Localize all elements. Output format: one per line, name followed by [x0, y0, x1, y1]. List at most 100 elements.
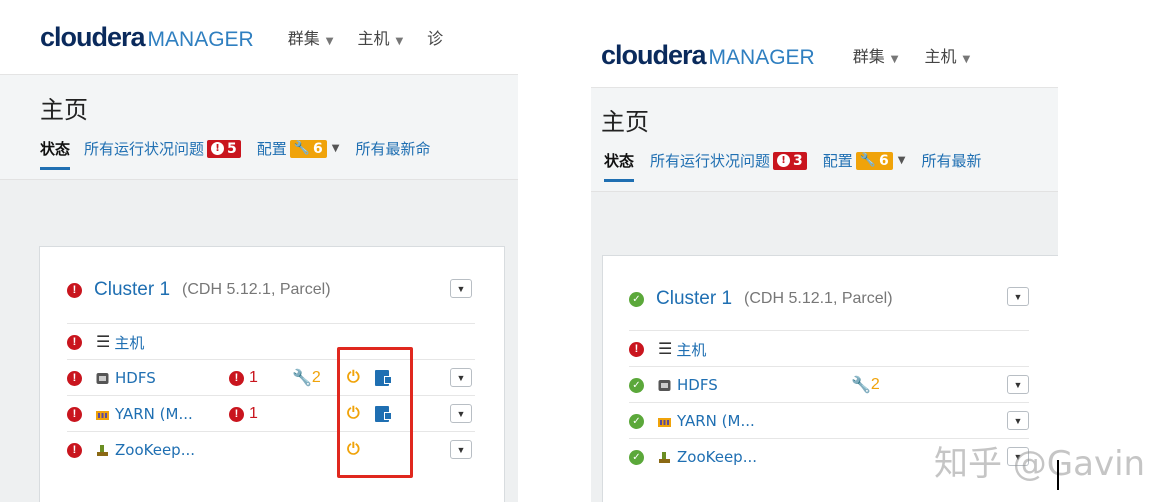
- alert-icon: !: [777, 154, 791, 167]
- cluster-version: (CDH 5.12.1, Parcel): [744, 290, 893, 307]
- cluster-header: ✓ Cluster 1 (CDH 5.12.1, Parcel): [629, 288, 893, 310]
- service-row-hdfs: ✓ HDFS 🔧 2: [629, 366, 1029, 403]
- page-tabs: 状态 所有运行状况问题 ! 5 配置 🔧 6 ▼ 所有最新命: [40, 127, 440, 170]
- badge-count: 3: [793, 152, 803, 169]
- cluster-name-link[interactable]: Cluster 1: [656, 288, 732, 310]
- service-name-link[interactable]: HDFS: [677, 376, 718, 394]
- caret-down-icon: ▼: [456, 372, 466, 383]
- config-issues-badge: 🔧 6: [289, 139, 327, 158]
- cluster-actions-dropdown[interactable]: ▼: [1007, 287, 1029, 306]
- caret-down-icon: ▼: [456, 408, 466, 419]
- tab-configuration[interactable]: 配置 🔧 6 ▼: [256, 138, 339, 159]
- page-header: 主页 状态 所有运行状况问题 ! 3 配置 🔧 6 ▼ 所有最新: [591, 88, 1058, 192]
- zookeeper-icon: [97, 444, 108, 456]
- nav-label: 诊: [427, 29, 444, 48]
- cluster-header: ! Cluster 1 (CDH 5.12.1, Parcel): [67, 279, 331, 301]
- service-row-hosts: ! ☰ 主机: [629, 330, 1029, 367]
- tab-label: 所有运行状况问题: [650, 152, 771, 170]
- right-screenshot-panel: cloudera MANAGER 群集 ▼ 主机 ▼ 主页 状态 所有运行状况问题 !…: [591, 0, 1058, 502]
- alert-icon: !: [229, 406, 244, 422]
- hdfs-icon: [658, 379, 671, 391]
- zookeeper-actions-dropdown[interactable]: ▼: [450, 440, 472, 459]
- nav-label: 主机: [924, 47, 957, 66]
- cloudera-manager-logo[interactable]: cloudera MANAGER: [601, 40, 815, 71]
- logo-brand: cloudera: [40, 21, 146, 52]
- nav-diagnostics-menu[interactable]: 诊: [427, 25, 443, 49]
- page-title: 主页: [40, 96, 88, 124]
- yarn-icon: [658, 417, 671, 427]
- zhihu-watermark: 知乎 @Gavin: [934, 444, 1146, 484]
- service-row-hdfs: ! HDFS ! 1 🔧 2 ⏻: [67, 359, 475, 396]
- tab-label: 配置: [822, 152, 853, 170]
- alerts-count[interactable]: ! 1: [229, 405, 258, 423]
- logo-brand: cloudera: [601, 39, 707, 70]
- tab-status[interactable]: 状态: [40, 138, 71, 170]
- tab-configuration[interactable]: 配置 🔧 6 ▼: [822, 150, 906, 171]
- yarn-actions-dropdown[interactable]: ▼: [450, 404, 472, 423]
- page-tabs: 状态 所有运行状况问题 ! 3 配置 🔧 6 ▼ 所有最新: [604, 139, 991, 182]
- caret-down-icon: ▼: [962, 54, 971, 65]
- config-issues-count[interactable]: 🔧 2: [292, 368, 321, 388]
- caret-down-icon: ▼: [1013, 379, 1023, 390]
- tab-health-issues[interactable]: 所有运行状况问题 ! 3: [650, 150, 807, 171]
- logo-product: MANAGER: [147, 27, 254, 51]
- alerts-count[interactable]: ! 1: [229, 369, 258, 387]
- nav-label: 群集: [287, 29, 320, 48]
- tab-health-issues[interactable]: 所有运行状况问题 ! 5: [84, 138, 241, 159]
- service-name-link[interactable]: ZooKeep...: [677, 448, 757, 466]
- page-title: 主页: [601, 108, 649, 136]
- caret-down-icon: ▼: [456, 283, 466, 294]
- service-name-link[interactable]: YARN (M...: [677, 412, 755, 430]
- nav-hosts-menu[interactable]: 主机 ▼: [357, 25, 403, 49]
- service-name-link[interactable]: ZooKeep...: [115, 441, 195, 459]
- logo-product: MANAGER: [708, 45, 815, 69]
- cluster-ok-icon: ✓: [629, 291, 644, 307]
- hdfs-actions-dropdown[interactable]: ▼: [450, 368, 472, 387]
- health-issues-badge: ! 5: [207, 139, 241, 158]
- badge-count: 6: [878, 152, 889, 169]
- tab-status[interactable]: 状态: [604, 150, 635, 182]
- config-issues-count[interactable]: 🔧 2: [851, 375, 880, 395]
- list-icon: ☰: [96, 334, 111, 351]
- nav-clusters-menu[interactable]: 群集 ▼: [288, 25, 334, 49]
- yarn-actions-dropdown[interactable]: ▼: [1007, 411, 1029, 430]
- health-issues-badge: ! 3: [773, 151, 807, 170]
- count-value: 2: [870, 376, 880, 393]
- nav-label: 主机: [357, 29, 390, 48]
- tab-label: 配置: [256, 140, 287, 158]
- cluster-actions-dropdown[interactable]: ▼: [450, 279, 472, 298]
- cloudera-manager-logo[interactable]: cloudera MANAGER: [40, 22, 254, 53]
- service-name-link[interactable]: 主机: [114, 332, 144, 353]
- service-name-link[interactable]: 主机: [676, 339, 706, 360]
- hdfs-icon: [96, 372, 109, 384]
- caret-down-icon: ▼: [1013, 415, 1023, 426]
- service-name-link[interactable]: HDFS: [115, 369, 156, 387]
- wrench-icon: 🔧: [293, 141, 310, 156]
- error-status-icon: !: [629, 341, 644, 357]
- cluster-name-link[interactable]: Cluster 1: [94, 279, 170, 301]
- service-row-zookeeper: ! ZooKeep... ⏻: [67, 431, 475, 468]
- nav-hosts-menu[interactable]: 主机 ▼: [924, 43, 970, 67]
- tab-recent-commands[interactable]: 所有最新: [921, 150, 981, 171]
- top-navbar: cloudera MANAGER 群集 ▼ 主机 ▼ 诊: [0, 0, 518, 75]
- error-status-icon: !: [67, 370, 82, 386]
- wrench-icon: 🔧: [851, 377, 871, 394]
- wrench-icon: 🔧: [292, 370, 312, 387]
- service-row-yarn: ! YARN (M... ! 1 ⏻: [67, 395, 475, 432]
- list-icon: ☰: [658, 341, 673, 358]
- caret-down-icon: ▼: [897, 155, 906, 166]
- alert-icon: !: [211, 142, 225, 155]
- ok-status-icon: ✓: [629, 413, 644, 429]
- error-status-icon: !: [67, 442, 82, 458]
- tab-label: 所有运行状况问题: [84, 140, 205, 158]
- alert-icon: !: [229, 370, 244, 386]
- nav-clusters-menu[interactable]: 群集 ▼: [853, 43, 899, 67]
- error-status-icon: !: [67, 334, 82, 350]
- service-row-hosts: ! ☰ 主机: [67, 323, 475, 360]
- service-name-link[interactable]: YARN (M...: [115, 405, 193, 423]
- cluster-card: ! Cluster 1 (CDH 5.12.1, Parcel) ▼ ! ☰ 主…: [39, 246, 505, 502]
- tab-recent-commands[interactable]: 所有最新命: [355, 138, 430, 159]
- hdfs-actions-dropdown[interactable]: ▼: [1007, 375, 1029, 394]
- count-value: 1: [249, 405, 258, 422]
- caret-down-icon: ▼: [325, 36, 334, 47]
